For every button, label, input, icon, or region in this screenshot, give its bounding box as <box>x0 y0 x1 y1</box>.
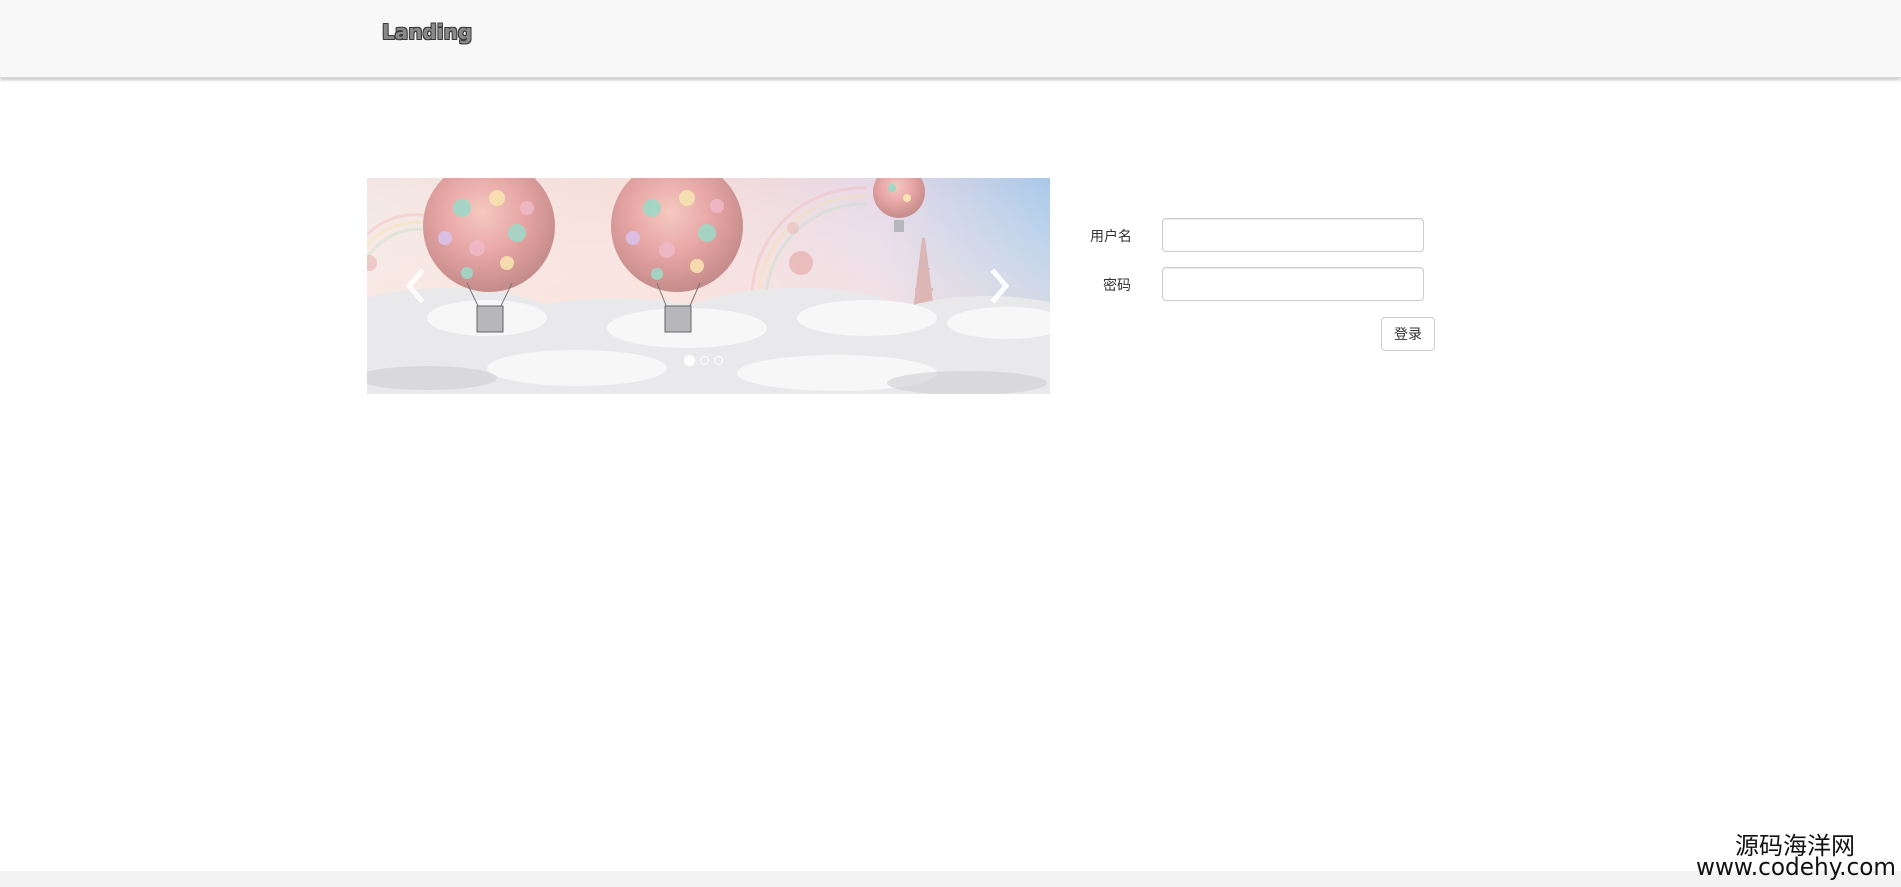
password-label: 密码 <box>1103 278 1131 294</box>
chevron-left-icon[interactable] <box>395 262 435 310</box>
carousel-indicator-2[interactable] <box>700 356 709 365</box>
image-carousel[interactable] <box>367 178 1050 394</box>
username-input[interactable] <box>1162 218 1424 252</box>
carousel-indicators <box>684 355 723 368</box>
svg-text:www.codehy.com: www.codehy.com <box>1696 853 1896 881</box>
carousel-indicator-3[interactable] <box>714 356 723 365</box>
brand-link[interactable]: Landing <box>382 20 472 44</box>
footer-bar <box>0 871 1901 887</box>
chevron-right-icon[interactable] <box>980 262 1020 310</box>
username-label: 用户名 <box>1090 229 1132 245</box>
carousel-indicator-1[interactable] <box>684 355 695 366</box>
watermark-logo: 源码海洋网 www.codehy.com <box>1696 832 1896 881</box>
login-button[interactable]: 登录 <box>1381 317 1435 351</box>
password-input[interactable] <box>1162 267 1424 301</box>
navbar: Landing <box>0 0 1901 78</box>
